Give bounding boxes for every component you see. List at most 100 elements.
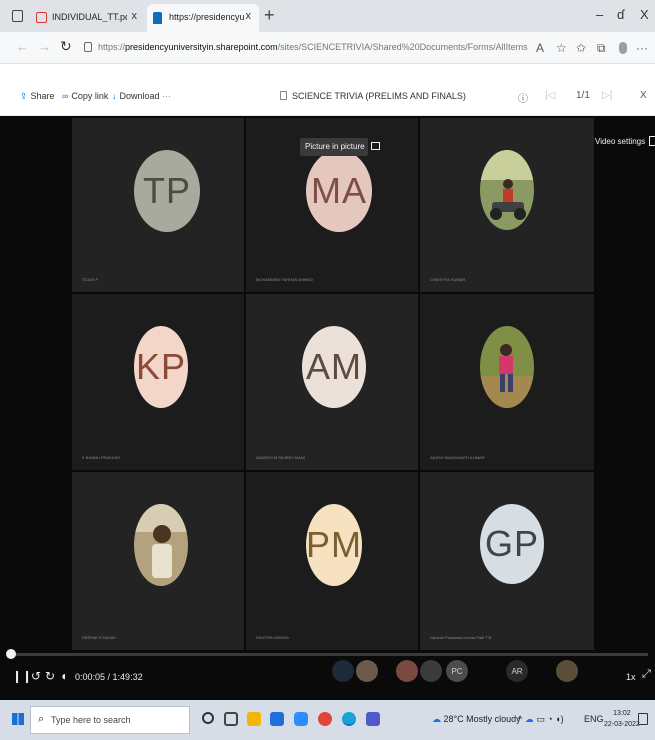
strip-avatar xyxy=(556,660,578,682)
favorites-icon[interactable]: ✩ xyxy=(576,41,586,55)
participant-name: CHAITHYA KUMAR xyxy=(430,277,466,282)
strip-avatar xyxy=(332,660,354,682)
forward-icon[interactable]: → xyxy=(38,39,51,54)
share-button[interactable]: ⇪ Share xyxy=(20,91,55,102)
strip-initials: AR xyxy=(511,666,523,676)
copy-link-button[interactable]: ∞ Copy link xyxy=(62,91,108,101)
pdf-icon xyxy=(36,12,47,23)
strip-avatar xyxy=(396,660,418,682)
favorites-add-icon[interactable]: ☆ xyxy=(556,41,567,55)
battery-icon[interactable]: ▭ xyxy=(536,714,545,724)
participant-avatar: GP xyxy=(480,504,544,584)
task-view-icon[interactable] xyxy=(224,712,238,726)
pause-icon[interactable]: ❙❙ xyxy=(12,669,32,683)
rewind-10-icon[interactable]: ↺ xyxy=(31,669,41,683)
wifi-icon[interactable]: ◔ xyxy=(547,714,552,724)
participant-avatar: KP xyxy=(134,326,188,408)
chevron-up-icon[interactable]: ^ xyxy=(518,714,522,724)
zoom-icon[interactable] xyxy=(294,712,308,726)
participant-tile: AKASH MANJUNATH KUMAR xyxy=(420,294,594,470)
seek-bar[interactable] xyxy=(8,653,648,656)
participant-name: TEJAS P xyxy=(82,277,99,282)
tab-sharepoint[interactable]: https://presidencyuniversityin.sh x xyxy=(147,4,259,32)
volume-icon[interactable]: ◖ xyxy=(60,669,67,683)
download-button[interactable]: ↓ Download xyxy=(112,91,160,101)
store-icon[interactable] xyxy=(270,712,284,726)
onedrive-icon[interactable]: ☁ xyxy=(525,714,534,724)
more-actions-button[interactable]: ··· xyxy=(162,91,171,101)
participant-avatar: MA xyxy=(306,150,372,232)
close-viewer-button[interactable]: X xyxy=(640,90,647,101)
restore-button[interactable]: ɗ xyxy=(617,7,624,22)
seek-thumb[interactable] xyxy=(6,649,16,659)
next-page-icon[interactable]: ▷| xyxy=(602,90,612,101)
participant-tile: CHAITHYA KUMAR xyxy=(420,118,594,292)
participant-tile: GP Ganesh Prasanna Kumar Patil T B xyxy=(420,472,594,650)
strip-avatar: AR xyxy=(506,660,528,682)
participant-photo xyxy=(134,504,188,586)
file-title-text: SCIENCE TRIVIA (PRELIMS AND FINALS) xyxy=(292,91,466,101)
strip-avatar xyxy=(356,660,378,682)
speaker-icon[interactable]: ◖) xyxy=(555,714,563,724)
collections-icon[interactable]: ⧉ xyxy=(597,41,606,56)
weather-text: 28°C Mostly cloudy xyxy=(443,714,521,724)
avatar-initials: TP xyxy=(142,170,191,211)
chrome-icon[interactable] xyxy=(318,712,332,726)
playback-speed-button[interactable]: 1x xyxy=(626,672,636,682)
close-window-button[interactable]: X xyxy=(640,7,649,22)
download-icon: ↓ xyxy=(112,91,117,101)
weather-widget[interactable]: ☁ 28°C Mostly cloudy xyxy=(432,714,521,725)
refresh-icon[interactable]: ↻ xyxy=(60,38,72,55)
participant-tile: AM ADARSH M RAJEEV MANI xyxy=(246,294,418,470)
download-label: Download xyxy=(119,91,160,101)
fullscreen-icon[interactable]: ⤢ xyxy=(642,668,651,681)
duration: 1:49:32 xyxy=(112,672,143,682)
previous-page-icon[interactable]: |◁ xyxy=(545,90,555,101)
forward-10-icon[interactable]: ↻ xyxy=(45,669,55,683)
photo-image xyxy=(480,150,534,230)
lock-icon[interactable] xyxy=(84,42,92,52)
taskbar-clock[interactable]: 13:02 22-03-2022 xyxy=(604,708,640,730)
info-icon[interactable]: ⓘ xyxy=(518,90,528,105)
read-aloud-icon[interactable]: A xyxy=(536,41,544,55)
video-player[interactable]: TP TEJAS P MA MOHAMMED FARHAN AHMED CHAI… xyxy=(0,116,655,700)
participant-avatar: TP xyxy=(134,150,200,232)
tab-pdf[interactable]: INDIVIDUAL_TT.pdf x xyxy=(30,4,145,32)
tab-actions-icon[interactable] xyxy=(12,10,23,22)
teams-icon[interactable] xyxy=(366,712,380,726)
participant-tile: KP K BHANU PRAKASH xyxy=(72,294,244,470)
file-title: SCIENCE TRIVIA (PRELIMS AND FINALS) xyxy=(280,91,466,101)
language-indicator[interactable]: ENG xyxy=(584,714,604,724)
picture-in-picture-button[interactable]: Picture in picture xyxy=(300,138,380,156)
file-icon xyxy=(280,91,287,100)
new-tab-button[interactable]: + xyxy=(264,5,275,26)
notification-icon[interactable] xyxy=(638,713,648,725)
tab-close-button[interactable]: x xyxy=(132,10,138,22)
sharepoint-icon xyxy=(153,12,162,24)
taskbar-search-input[interactable]: ⌕ Type here to search xyxy=(30,706,190,734)
more-icon[interactable]: ··· xyxy=(636,41,648,55)
address-bar-row: ← → ↻ https://presidencyuniversityin.sha… xyxy=(0,32,655,64)
minimize-button[interactable]: – xyxy=(596,7,603,22)
photo-image xyxy=(134,504,188,586)
strip-initials: PC xyxy=(451,666,463,676)
file-explorer-icon[interactable] xyxy=(247,712,261,726)
back-icon[interactable]: ← xyxy=(16,39,29,54)
participant-name: ADARSH M RAJEEV MANI xyxy=(256,455,305,460)
url-scheme: https:// xyxy=(98,42,126,52)
edge-icon[interactable] xyxy=(342,712,356,726)
participant-name: K BHANU PRAKASH xyxy=(82,455,121,460)
current-time: 0:00:05 xyxy=(75,672,106,682)
participant-photo xyxy=(480,150,534,230)
tab-close-button[interactable]: x xyxy=(246,10,252,22)
windows-start-icon[interactable] xyxy=(12,713,24,725)
address-input[interactable]: https://presidencyuniversityin.sharepoin… xyxy=(98,42,528,52)
cortana-icon[interactable] xyxy=(202,712,214,724)
photo-image xyxy=(480,326,534,408)
tray-icons[interactable]: ^ ☁ ▭ ◔ ◖) xyxy=(518,714,564,725)
profile-icon[interactable] xyxy=(619,42,627,54)
video-settings-button[interactable]: Video settings xyxy=(595,136,655,146)
page-indicator: 1/1 xyxy=(576,90,590,101)
avatar-initials: GP xyxy=(484,523,539,564)
clock-time: 13:02 xyxy=(613,710,631,717)
